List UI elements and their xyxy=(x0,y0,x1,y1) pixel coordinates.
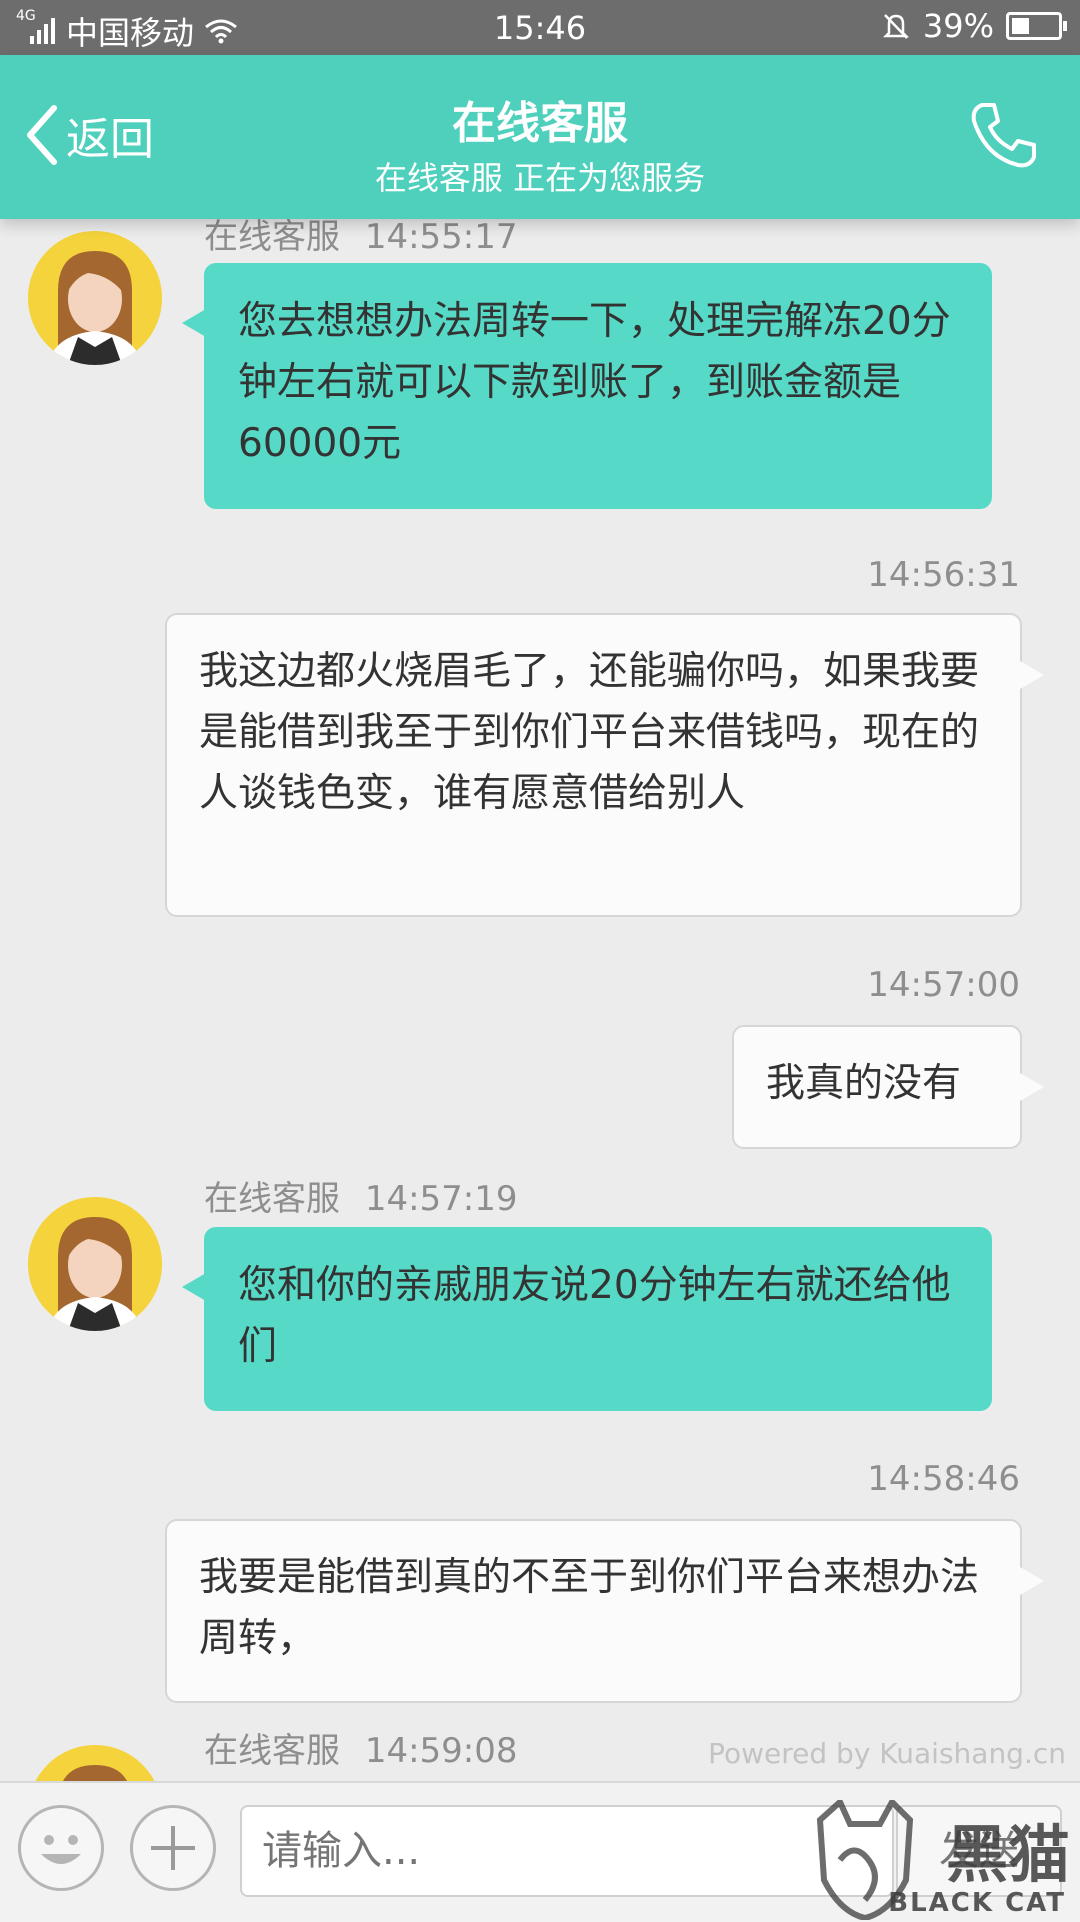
emoji-button[interactable] xyxy=(18,1805,104,1891)
message-text: 我这边都火烧眉毛了，还能骗你吗，如果我要是能借到我至于到你们平台来借钱吗，现在的… xyxy=(199,649,980,816)
message-time: 14:55:17 xyxy=(364,219,518,257)
avatar xyxy=(28,1745,162,1781)
battery-icon xyxy=(1006,12,1067,40)
message-input[interactable] xyxy=(240,1805,894,1897)
powered-by-label: Powered by Kuaishang.cn xyxy=(708,1737,1066,1770)
user-message-bubble[interactable]: 我真的没有 xyxy=(732,1025,1044,1149)
page-title: 在线客服 xyxy=(452,98,628,149)
message-text: 我要是能借到真的不至于到你们平台来想办法周转， xyxy=(199,1555,980,1661)
chat-header: 返回 在线客服 在线客服 正在为您服务 xyxy=(0,55,1080,219)
message-text: 我真的没有 xyxy=(766,1061,962,1106)
message-time: 14:57:00 xyxy=(867,965,1020,1005)
user-message-bubble[interactable]: 我要是能借到真的不至于到你们平台来想办法周转， xyxy=(165,1519,1044,1703)
battery-percent: 39% xyxy=(922,7,994,45)
message-time: 14:56:31 xyxy=(867,555,1020,595)
agent-message-bubble[interactable]: 您和你的亲戚朋友说20分钟左右就还给他们 xyxy=(182,1227,992,1411)
agent-message-bubble[interactable]: 您去想想办法周转一下，处理完解冻20分钟左右就可以下款到账了，到账金额是6000… xyxy=(182,263,992,509)
agent-avatar-icon xyxy=(35,1745,155,1781)
status-bar: 4G 中国移动 15:46 39% xyxy=(0,0,1080,55)
message-text: 您和你的亲戚朋友说20分钟左右就还给他们 xyxy=(238,1263,951,1369)
message-time: 14:57:19 xyxy=(364,1179,518,1219)
smiley-icon xyxy=(41,1835,81,1864)
phone-call-icon[interactable] xyxy=(968,99,1040,171)
avatar xyxy=(28,1197,162,1331)
send-button[interactable]: 发送 xyxy=(896,1805,1062,1897)
message-input-bar: 发送 xyxy=(0,1781,1080,1922)
page-subtitle: 在线客服 正在为您服务 xyxy=(374,159,706,197)
sender-name: 在线客服 xyxy=(204,1179,340,1219)
add-attachment-button[interactable] xyxy=(130,1805,216,1891)
agent-avatar-icon xyxy=(28,1197,162,1331)
chat-message-list[interactable]: 在线客服 14:55:17 您去想想办法周转一下，处理完解冻20分钟左右就可以下… xyxy=(0,219,1080,1781)
sender-name: 在线客服 xyxy=(204,219,340,257)
message-time: 14:59:08 xyxy=(364,1731,518,1771)
mute-bell-icon xyxy=(882,14,909,39)
avatar xyxy=(28,231,162,365)
message-text: 您去想想办法周转一下，处理完解冻20分钟左右就可以下款到账了，到账金额是6000… xyxy=(238,299,951,466)
plus-icon xyxy=(151,1826,195,1870)
message-time: 14:58:46 xyxy=(867,1459,1020,1499)
agent-avatar-icon xyxy=(28,231,162,365)
user-message-bubble[interactable]: 我这边都火烧眉毛了，还能骗你吗，如果我要是能借到我至于到你们平台来借钱吗，现在的… xyxy=(165,613,1044,917)
sender-name: 在线客服 xyxy=(204,1731,340,1771)
